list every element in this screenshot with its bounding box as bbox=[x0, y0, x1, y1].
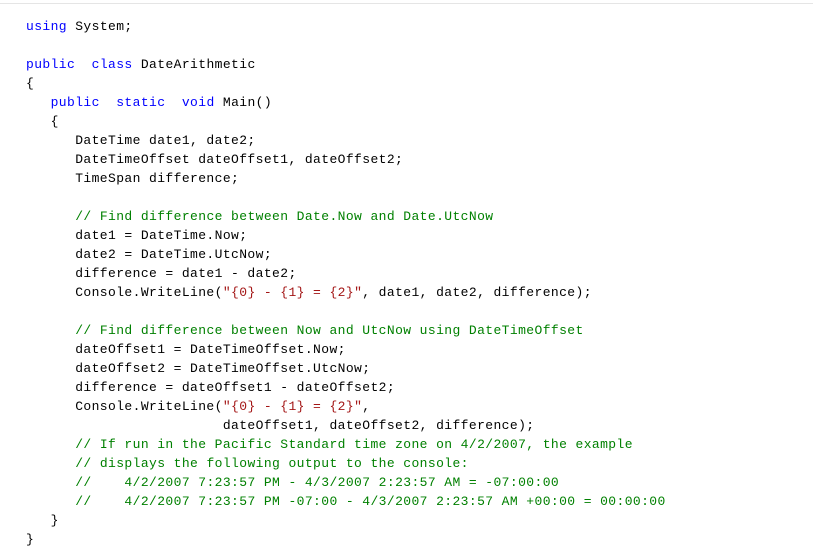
indent bbox=[26, 323, 75, 338]
call-line: Console.WriteLine( bbox=[26, 285, 223, 300]
decl-line: TimeSpan difference; bbox=[26, 171, 239, 186]
brace-open: { bbox=[26, 114, 59, 129]
class-name: DateArithmetic bbox=[133, 57, 256, 72]
namespace-system: System; bbox=[67, 19, 133, 34]
keyword-static: static bbox=[100, 95, 166, 110]
top-divider bbox=[0, 0, 813, 4]
call-args: , date1, date2, difference); bbox=[362, 285, 592, 300]
keyword-void: void bbox=[165, 95, 214, 110]
keyword-public: public bbox=[26, 57, 75, 72]
decl-line: DateTimeOffset dateOffset1, dateOffset2; bbox=[26, 152, 403, 167]
comment: // Find difference between Now and UtcNo… bbox=[75, 323, 583, 338]
keyword-using: using bbox=[26, 19, 67, 34]
assign-line: date1 = DateTime.Now; bbox=[26, 228, 247, 243]
comment: // Find difference between Date.Now and … bbox=[75, 209, 493, 224]
comment: // If run in the Pacific Standard time z… bbox=[75, 437, 633, 452]
indent bbox=[26, 95, 51, 110]
keyword-public: public bbox=[51, 95, 100, 110]
call-args-cont: dateOffset1, dateOffset2, difference); bbox=[26, 418, 534, 433]
call-line: Console.WriteLine( bbox=[26, 399, 223, 414]
indent bbox=[26, 456, 75, 471]
comment: // 4/2/2007 7:23:57 PM -07:00 - 4/3/2007… bbox=[75, 494, 666, 509]
comment: // 4/2/2007 7:23:57 PM - 4/3/2007 2:23:5… bbox=[75, 475, 559, 490]
assign-line: difference = dateOffset1 - dateOffset2; bbox=[26, 380, 395, 395]
call-comma: , bbox=[362, 399, 370, 414]
decl-line: DateTime date1, date2; bbox=[26, 133, 256, 148]
indent bbox=[26, 209, 75, 224]
indent bbox=[26, 494, 75, 509]
string-literal: "{0} - {1} = {2}" bbox=[223, 399, 362, 414]
assign-line: dateOffset2 = DateTimeOffset.UtcNow; bbox=[26, 361, 370, 376]
indent bbox=[26, 437, 75, 452]
assign-line: dateOffset1 = DateTimeOffset.Now; bbox=[26, 342, 346, 357]
brace-open: { bbox=[26, 76, 34, 91]
assign-line: date2 = DateTime.UtcNow; bbox=[26, 247, 272, 262]
brace-close: } bbox=[26, 513, 59, 528]
keyword-class: class bbox=[75, 57, 132, 72]
method-name: Main() bbox=[215, 95, 272, 110]
indent bbox=[26, 475, 75, 490]
comment: // displays the following output to the … bbox=[75, 456, 469, 471]
code-block: using System; public class DateArithmeti… bbox=[0, 7, 813, 559]
assign-line: difference = date1 - date2; bbox=[26, 266, 297, 281]
string-literal: "{0} - {1} = {2}" bbox=[223, 285, 362, 300]
brace-close: } bbox=[26, 532, 34, 547]
